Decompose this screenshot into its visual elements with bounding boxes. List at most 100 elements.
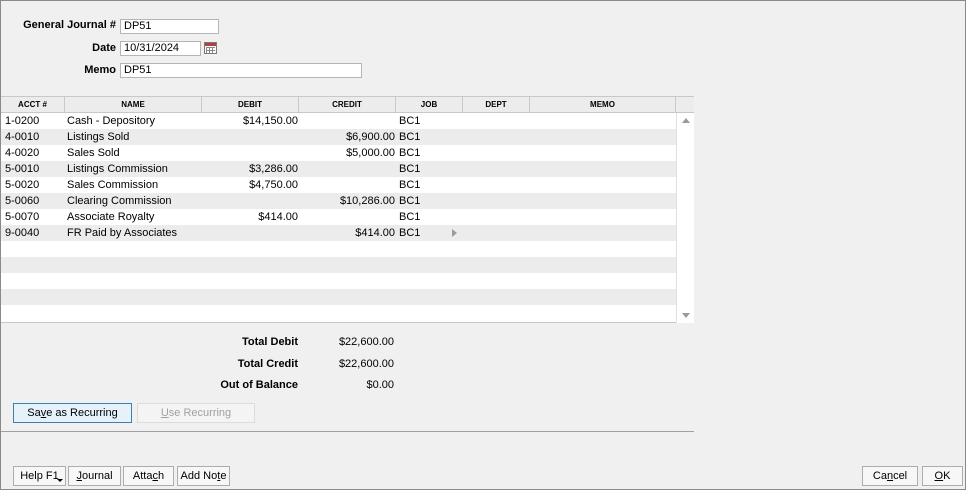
table-row[interactable]: 4-0010 Listings Sold $6,900.00 BC1 [1, 129, 676, 145]
cell-name[interactable]: Cash - Depository [67, 113, 200, 129]
button-accelerator: U [160, 407, 169, 419]
cell-name[interactable]: Sales Commission [67, 177, 200, 193]
total-debit-value: $22,600.00 [338, 336, 394, 348]
button-label: se Recurring [168, 407, 232, 419]
cell-job[interactable]: BC1 [399, 193, 449, 209]
empty-row[interactable] [1, 305, 676, 321]
column-header-credit[interactable]: CREDIT [299, 97, 396, 113]
cell-acct[interactable]: 5-0020 [5, 177, 63, 193]
empty-row[interactable] [1, 241, 676, 257]
cell-dept[interactable] [466, 113, 526, 129]
save-as-recurring-button[interactable]: Save as Recurring [13, 403, 132, 423]
table-row[interactable]: 5-0070 Associate Royalty $414.00 BC1 [1, 209, 676, 225]
scroll-up-arrow-icon[interactable] [682, 118, 690, 123]
column-header-acct[interactable]: ACCT # [1, 97, 65, 113]
cell-dept[interactable] [466, 225, 526, 241]
empty-row[interactable] [1, 289, 676, 305]
cell-name[interactable]: Sales Sold [67, 145, 200, 161]
cell-dept[interactable] [466, 177, 526, 193]
button-label: Add No [180, 470, 218, 482]
dropdown-arrow-icon [57, 479, 63, 482]
separator [1, 431, 694, 432]
cell-credit[interactable]: $6,900.00 [299, 129, 395, 145]
cell-job[interactable]: BC1 [399, 145, 449, 161]
cell-debit[interactable] [202, 129, 298, 145]
empty-row[interactable] [1, 273, 676, 289]
cell-acct[interactable]: 9-0040 [5, 225, 63, 241]
cell-acct[interactable]: 1-0200 [5, 113, 63, 129]
calendar-icon[interactable] [204, 42, 217, 54]
cell-credit[interactable] [299, 113, 395, 129]
cell-acct[interactable]: 4-0010 [5, 129, 63, 145]
cell-job[interactable]: BC1 [399, 209, 449, 225]
column-header-name[interactable]: NAME [65, 97, 202, 113]
cell-dept[interactable] [466, 209, 526, 225]
cell-memo[interactable] [533, 177, 673, 193]
journal-entries-grid: ACCT # NAME DEBIT CREDIT JOB DEPT MEMO 1… [1, 96, 694, 323]
cell-acct[interactable]: 4-0020 [5, 145, 63, 161]
cell-credit[interactable]: $10,286.00 [299, 193, 395, 209]
add-note-button[interactable]: Add Note [177, 466, 230, 486]
cell-job[interactable]: BC1 [399, 177, 449, 193]
cell-name[interactable]: Associate Royalty [67, 209, 200, 225]
ok-button[interactable]: OK [922, 466, 963, 486]
help-button[interactable]: Help F1 [13, 466, 66, 486]
table-row[interactable]: 5-0060 Clearing Commission $10,286.00 BC1 [1, 193, 676, 209]
scroll-down-arrow-icon[interactable] [682, 313, 690, 318]
column-header-dept[interactable]: DEPT [463, 97, 530, 113]
cell-name[interactable]: FR Paid by Associates [67, 225, 200, 241]
cell-job[interactable]: BC1 [399, 161, 449, 177]
table-row[interactable]: 4-0020 Sales Sold $5,000.00 BC1 [1, 145, 676, 161]
cell-job[interactable]: BC1 [399, 113, 449, 129]
column-header-memo[interactable]: MEMO [530, 97, 676, 113]
cell-dept[interactable] [466, 145, 526, 161]
journal-button[interactable]: Journal [68, 466, 121, 486]
cell-memo[interactable] [533, 113, 673, 129]
cell-memo[interactable] [533, 209, 673, 225]
cell-debit[interactable]: $14,150.00 [202, 113, 298, 129]
cell-job[interactable]: BC1 [399, 225, 449, 241]
cell-memo[interactable] [533, 225, 673, 241]
attach-button[interactable]: Attach [123, 466, 174, 486]
cell-memo[interactable] [533, 129, 673, 145]
cell-acct[interactable]: 5-0010 [5, 161, 63, 177]
table-row[interactable]: 9-0040 FR Paid by Associates $414.00 BC1 [1, 225, 676, 241]
column-header-debit[interactable]: DEBIT [202, 97, 299, 113]
table-row[interactable]: 1-0200 Cash - Depository $14,150.00 BC1 [1, 113, 676, 129]
cell-memo[interactable] [533, 145, 673, 161]
cell-debit[interactable] [202, 193, 298, 209]
table-row[interactable]: 5-0020 Sales Commission $4,750.00 BC1 [1, 177, 676, 193]
cell-name[interactable]: Listings Sold [67, 129, 200, 145]
cell-credit[interactable] [299, 161, 395, 177]
cell-acct[interactable]: 5-0070 [5, 209, 63, 225]
cell-debit[interactable] [202, 145, 298, 161]
use-recurring-button[interactable]: Use Recurring [137, 403, 255, 423]
cell-credit[interactable]: $5,000.00 [299, 145, 395, 161]
cell-debit[interactable]: $414.00 [202, 209, 298, 225]
table-row[interactable]: 5-0010 Listings Commission $3,286.00 BC1 [1, 161, 676, 177]
cell-name[interactable]: Clearing Commission [67, 193, 200, 209]
button-label: cel [893, 470, 908, 482]
cell-memo[interactable] [533, 161, 673, 177]
cell-credit[interactable]: $414.00 [299, 225, 395, 241]
button-label: e [220, 470, 227, 482]
cell-acct[interactable]: 5-0060 [5, 193, 63, 209]
cell-credit[interactable] [299, 209, 395, 225]
cell-dept[interactable] [466, 129, 526, 145]
cell-debit[interactable]: $3,286.00 [202, 161, 298, 177]
cell-job[interactable]: BC1 [399, 129, 449, 145]
vertical-scrollbar[interactable] [676, 113, 694, 323]
memo-field[interactable]: DP51 [120, 63, 362, 78]
cell-dept[interactable] [466, 161, 526, 177]
cell-debit[interactable]: $4,750.00 [202, 177, 298, 193]
cell-name[interactable]: Listings Commission [67, 161, 200, 177]
journal-number-field[interactable]: DP51 [120, 19, 219, 34]
date-field[interactable]: 10/31/2024 [120, 41, 201, 56]
cell-dept[interactable] [466, 193, 526, 209]
empty-row[interactable] [1, 257, 676, 273]
cell-memo[interactable] [533, 193, 673, 209]
cell-credit[interactable] [299, 177, 395, 193]
column-header-job[interactable]: JOB [396, 97, 463, 113]
cancel-button[interactable]: Cancel [862, 466, 918, 486]
cell-debit[interactable] [202, 225, 298, 241]
